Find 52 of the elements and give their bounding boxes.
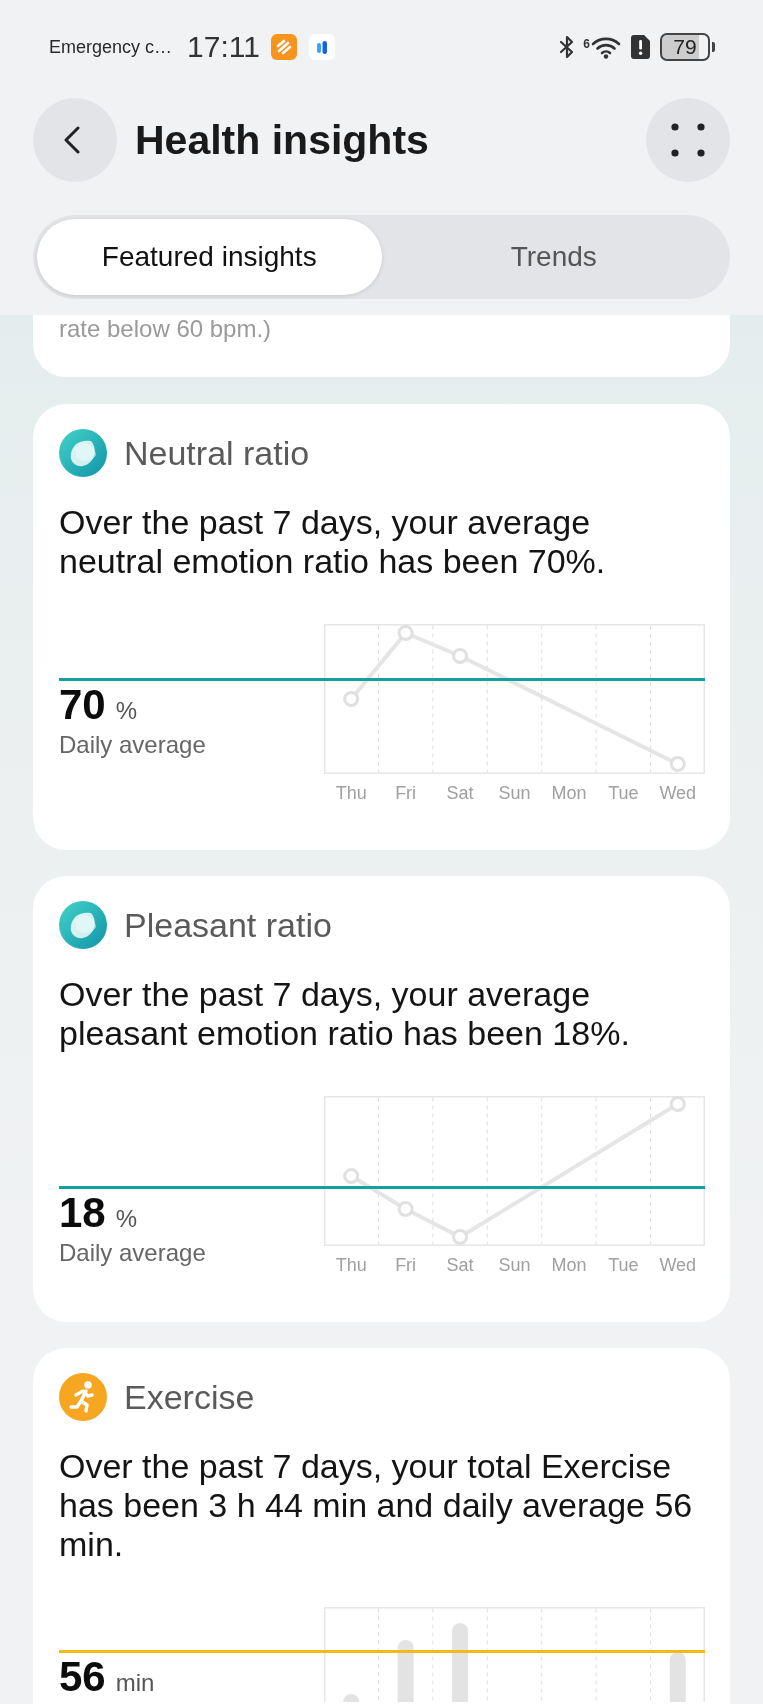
- tab[interactable]: Featured insights: [37, 219, 382, 295]
- back-icon: [64, 126, 80, 154]
- day-label: Tue: [607, 1254, 640, 1277]
- day-label: Thu: [334, 782, 368, 805]
- day-label: Fri: [394, 1254, 418, 1277]
- day-label: Sat: [445, 782, 475, 805]
- data-point: [452, 648, 469, 664]
- day-label: Sun: [497, 782, 532, 805]
- average-value: 70: [59, 684, 106, 726]
- activity-bar: [397, 1640, 414, 1702]
- page-title: Health insights: [135, 116, 430, 164]
- runner-icon: [59, 1373, 107, 1421]
- day-label: Tue: [607, 782, 640, 805]
- value-unit: %: [115, 697, 138, 725]
- average-caption: Daily average: [59, 1238, 207, 1268]
- value-unit: min: [115, 1669, 155, 1697]
- dots-icon: [671, 123, 705, 157]
- day-label: Mon: [550, 782, 588, 805]
- tab[interactable]: Trends: [381, 219, 726, 295]
- petal-icon: [59, 901, 107, 949]
- average-value: 18: [59, 1192, 106, 1234]
- day-label: Fri: [394, 782, 418, 805]
- app-notification-icon: [308, 34, 335, 60]
- day-label: Mon: [550, 1254, 588, 1277]
- card-summary: Over the past 7 days, your average neutral emotion ratio has been 70%.: [59, 503, 607, 581]
- day-label: Thu: [334, 1254, 368, 1277]
- day-label: Sat: [445, 1254, 475, 1277]
- activity-bar: [669, 1652, 686, 1702]
- card-summary: Over the past 7 days, your total Exercise has been 3 h 44 min and daily average 56 min.: [59, 1447, 694, 1564]
- card-summary: Over the past 7 days, your average pleasant emotion ratio has been 18%.: [59, 975, 631, 1053]
- battery-indicator: 79: [660, 33, 715, 61]
- day-label: Wed: [658, 782, 698, 805]
- card-title: Neutral ratio: [124, 433, 310, 473]
- status-time: 17:11: [187, 30, 260, 64]
- value-unit: %: [115, 1205, 138, 1233]
- card-text: rate below 60 bpm.): [59, 315, 273, 343]
- card-title: Exercise: [124, 1377, 255, 1417]
- card-title: Pleasant ratio: [124, 905, 332, 945]
- wifi-generation-label: 6: [583, 37, 590, 51]
- status-notice: Emergency c…: [49, 36, 173, 58]
- day-label: Wed: [658, 1254, 698, 1277]
- sim-alert-icon: [631, 35, 650, 59]
- data-point: [343, 691, 360, 707]
- average-caption: Daily average: [59, 730, 207, 760]
- data-point: [397, 1201, 414, 1217]
- petal-icon: [59, 429, 107, 477]
- wifi-icon: [591, 35, 621, 59]
- app-notification-icon: [270, 34, 297, 60]
- data-point: [343, 1168, 360, 1184]
- activity-bar: [343, 1694, 360, 1702]
- day-label: Sun: [497, 1254, 532, 1277]
- average-value: 56: [59, 1656, 106, 1698]
